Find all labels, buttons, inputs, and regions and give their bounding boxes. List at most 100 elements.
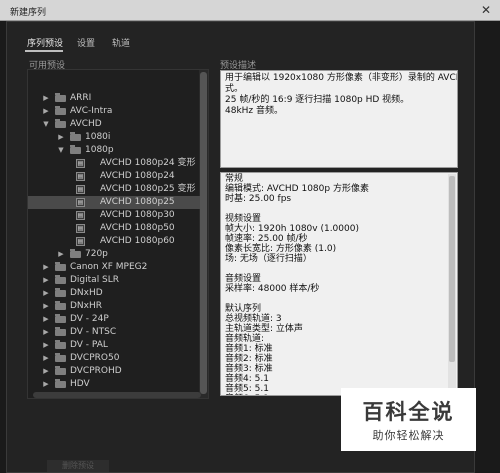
folder-icon — [70, 145, 81, 154]
preset-file-icon: ▤ — [76, 159, 85, 168]
preset-file-icon: ▤ — [76, 211, 85, 220]
tree-preset-row[interactable]: ▤ AVCHD 1080p50 — [28, 222, 200, 235]
tree-preset-row[interactable]: ▤ AVCHD 1080p25 变形 — [28, 183, 200, 196]
detail-line: 总视频轨道: 3 — [225, 314, 282, 324]
chevron-down-icon[interactable]: ▼ — [57, 144, 65, 157]
tree-folder-row[interactable]: ▶ DV - PAL — [28, 339, 200, 352]
tree-preset-row[interactable]: ▤ AVCHD 1080p24 — [28, 170, 200, 183]
folder-icon — [55, 301, 66, 310]
tree-item-label: ARRI — [70, 93, 92, 103]
folder-icon — [55, 106, 66, 115]
tree-folder-row[interactable]: ▶ 1080i — [28, 131, 200, 144]
chevron-right-icon[interactable]: ▶ — [42, 313, 50, 326]
folder-icon — [55, 288, 66, 297]
chevron-right-icon[interactable]: ▶ — [42, 326, 50, 339]
detail-line: 采样率: 48000 样本/秒 — [225, 284, 320, 294]
preset-tree[interactable]: ▶ ARRI ▶ AVC-Intra ▼ AVCHD ▶ 1080i ▼ 1080p ▤ AVCHD … — [27, 69, 209, 399]
tree-folder-row[interactable]: ▶ DNxHD — [28, 287, 200, 300]
chevron-right-icon[interactable]: ▶ — [42, 287, 50, 300]
tab-tracks[interactable]: 轨道 — [112, 36, 130, 49]
tree-folder-row[interactable]: ▶ Canon XF MPEG2 — [28, 261, 200, 274]
tree-item-label: 1080p — [85, 145, 114, 155]
preset-file-icon: ▤ — [76, 224, 85, 233]
detail-line: 音频设置 — [225, 274, 262, 284]
tree-item-label: DV - NTSC — [70, 327, 117, 337]
tree-folder-row[interactable]: ▶ DV - NTSC — [28, 326, 200, 339]
chevron-down-icon[interactable]: ▼ — [42, 118, 50, 131]
tree-item-label: AVCHD 1080p25 — [100, 197, 175, 207]
tab-sequence-presets[interactable]: 序列预设 — [27, 36, 63, 49]
tree-folder-row[interactable]: ▶ Digital SLR — [28, 274, 200, 287]
tree-vertical-scrollbar[interactable] — [199, 70, 208, 398]
tree-item-label: HDV — [70, 379, 90, 389]
preset-file-icon: ▤ — [76, 237, 85, 246]
tree-item-label: AVCHD 1080p24 变形 — [100, 158, 196, 168]
detail-line: 音频轨道: — [225, 334, 265, 344]
detail-line: 音频2: 标准 — [225, 354, 273, 364]
detail-line: 常规 — [225, 174, 244, 184]
tree-preset-row[interactable]: ▤ AVCHD 1080p30 — [28, 209, 200, 222]
window-title: 新建序列 — [10, 8, 47, 18]
details-scroll-thumb[interactable] — [449, 176, 455, 362]
details-scrollbar[interactable] — [448, 174, 456, 394]
chevron-right-icon[interactable]: ▶ — [42, 105, 50, 118]
chevron-right-icon[interactable]: ▶ — [42, 378, 50, 391]
detail-line: 主轨道类型: 立体声 — [225, 324, 303, 334]
chevron-right-icon[interactable]: ▶ — [42, 92, 50, 105]
chevron-right-icon[interactable]: ▶ — [42, 261, 50, 274]
folder-icon — [55, 327, 66, 336]
tree-folder-row[interactable]: ▶ 720p — [28, 248, 200, 261]
tree-folder-row[interactable]: ▼ AVCHD — [28, 118, 200, 131]
tree-preset-row[interactable]: ▤ AVCHD 1080p60 — [28, 235, 200, 248]
tree-item-label: 720p — [85, 249, 108, 259]
watermark-subtitle: 助你轻松解决 — [372, 429, 445, 442]
chevron-right-icon[interactable]: ▶ — [42, 352, 50, 365]
folder-icon — [55, 353, 66, 362]
detail-line: 音频3: 标准 — [225, 364, 273, 374]
preset-file-icon: ▤ — [76, 172, 85, 181]
folder-icon — [70, 249, 81, 258]
tree-folder-row[interactable]: ▶ DNxHR — [28, 300, 200, 313]
tree-scroll-thumb[interactable] — [200, 72, 207, 394]
title-bar: 新建序列 ✕ — [0, 0, 500, 21]
tree-item-label: DV - 24P — [70, 314, 109, 324]
tree-item-label: AVCHD 1080p25 变形 — [100, 184, 196, 194]
chevron-right-icon[interactable]: ▶ — [57, 248, 65, 261]
chevron-right-icon[interactable]: ▶ — [42, 274, 50, 287]
chevron-right-icon[interactable]: ▶ — [57, 131, 65, 144]
folder-icon — [55, 275, 66, 284]
chevron-right-icon[interactable]: ▶ — [42, 365, 50, 378]
preset-description-box: 用于编辑以 1920x1080 方形像素（非变形）录制的 AVCHD 格式。 25… — [220, 70, 458, 168]
tree-folder-row[interactable]: ▶ DVCPRO50 — [28, 352, 200, 365]
tree-folder-row[interactable]: ▶ HDV — [28, 378, 200, 391]
tree-item-label: Digital SLR — [70, 275, 120, 285]
watermark-logo: 百科全说 助你轻松解决 — [341, 388, 476, 451]
tab-settings[interactable]: 设置 — [77, 36, 95, 49]
tree-item-label: DVCPROHD — [70, 366, 122, 376]
active-tab-indicator — [25, 50, 63, 52]
tree-item-label: AVCHD 1080p24 — [100, 171, 175, 181]
tree-folder-row[interactable]: ▶ DV - 24P — [28, 313, 200, 326]
preset-file-icon: ▤ — [76, 185, 85, 194]
description-line: 25 帧/秒的 16:9 逐行扫描 1080p HD 视频。 — [225, 95, 410, 105]
folder-icon — [55, 93, 66, 102]
close-icon[interactable]: ✕ — [478, 2, 494, 18]
tree-folder-row[interactable]: ▶ DVCPROHD — [28, 365, 200, 378]
folder-icon — [55, 366, 66, 375]
tree-item-label: DVCPRO50 — [70, 353, 120, 363]
detail-line — [225, 204, 453, 214]
folder-icon — [55, 314, 66, 323]
tree-horizontal-scrollbar[interactable] — [33, 392, 201, 398]
chevron-right-icon[interactable]: ▶ — [42, 300, 50, 313]
tree-folder-row[interactable]: ▶ AVC-Intra — [28, 105, 200, 118]
preset-file-icon: ▤ — [76, 198, 85, 207]
description-line: 式。 — [225, 84, 244, 94]
delete-preset-button[interactable]: 删除预设 — [47, 460, 109, 472]
tree-item-label: AVCHD 1080p30 — [100, 210, 175, 220]
chevron-right-icon[interactable]: ▶ — [42, 339, 50, 352]
detail-line — [225, 264, 453, 274]
tree-preset-row[interactable]: ▤ AVCHD 1080p24 变形 — [28, 157, 200, 170]
tree-folder-row[interactable]: ▼ 1080p — [28, 144, 200, 157]
tree-folder-row[interactable]: ▶ ARRI — [28, 92, 200, 105]
tree-preset-row[interactable]: ▤ AVCHD 1080p25 — [28, 196, 200, 209]
